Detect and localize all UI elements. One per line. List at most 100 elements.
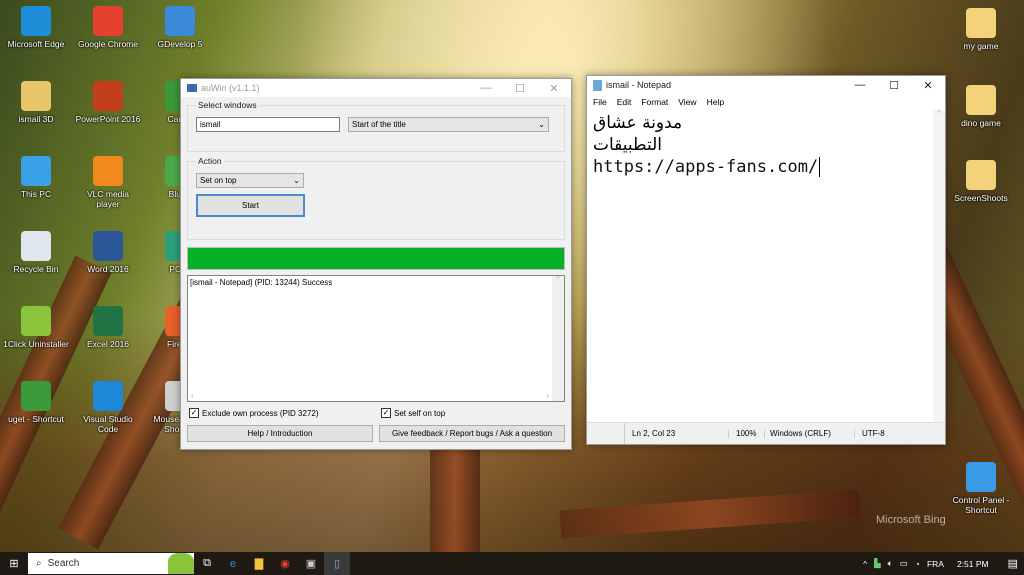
taskbar-notepad-icon[interactable]: ▯ [324, 552, 350, 575]
uninstaller-icon [21, 306, 51, 336]
desktop-icon[interactable]: Recycle Bin [3, 231, 69, 274]
feedback-button[interactable]: Give feedback / Report bugs / Ask a ques… [379, 425, 565, 442]
minimize-button[interactable]: — [469, 82, 503, 95]
desktop-icon[interactable]: Visual Studio Code [75, 381, 141, 434]
menu-item-view[interactable]: View [678, 97, 696, 107]
close-button[interactable]: ✕ [911, 79, 945, 92]
battery-icon[interactable]: ▭ [900, 558, 908, 569]
desktop-icon[interactable]: Word 2016 [75, 231, 141, 274]
uget-tray-icon[interactable]: ▙ [874, 558, 881, 569]
set-self-on-top-checkbox[interactable]: ✓ Set self on top [381, 408, 445, 418]
menu-item-file[interactable]: File [593, 97, 607, 107]
desktop-icon[interactable]: ismail 3D [3, 81, 69, 124]
maximize-button[interactable]: ☐ [877, 79, 911, 92]
vscode-icon [93, 381, 123, 411]
log-list[interactable]: [ismail - Notepad] (PID: 13244) Success … [187, 275, 565, 402]
folder-icon [966, 8, 996, 38]
minimize-button[interactable]: — [843, 79, 877, 92]
status-bar: Ln 2, Col 23 100% Windows (CRLF) UTF-8 [587, 422, 945, 444]
notifications-icon[interactable]: ▤ [1008, 557, 1018, 570]
desktop-icon-label: Recycle Bin [13, 264, 59, 274]
desktop-icon[interactable]: Microsoft Edge [3, 6, 69, 49]
action-group: Action Set on top ⌄ Start [187, 156, 565, 240]
desktop-icon-label: my game [963, 41, 999, 51]
show-hidden-icons-icon[interactable]: ^ [863, 559, 867, 569]
desktop-icon[interactable]: This PC [3, 156, 69, 199]
group-label: Action [198, 156, 222, 166]
window-title: ismail - Notepad [606, 80, 672, 90]
desktop-icon-label: Control Panel - Shortcut [952, 495, 1010, 515]
close-button[interactable]: ✕ [537, 82, 571, 95]
menu-bar: File Edit Format View Help [587, 94, 945, 110]
encoding: UTF-8 [854, 429, 885, 438]
auwin-window: auWin (v1.1.1) — ☐ ✕ Select windows ismail… [180, 78, 572, 450]
desktop-icon-label: 1Click Uninstaller [3, 339, 69, 349]
help-button[interactable]: Help / Introduction [187, 425, 373, 442]
line-ending: Windows (CRLF) [764, 429, 854, 438]
desktop-icon[interactable]: dino game [948, 85, 1014, 128]
menu-item-format[interactable]: Format [641, 97, 668, 107]
notepad-titlebar[interactable]: ismail - Notepad — ☐ ✕ [587, 76, 945, 94]
start-button[interactable]: Start [196, 194, 305, 217]
desktop-icon[interactable]: Google Chrome [75, 6, 141, 49]
vlc-icon [93, 156, 123, 186]
progress-fill [188, 248, 564, 269]
text-area[interactable]: مدونة عشاق التطبيقات https://apps-fans.c… [587, 110, 933, 422]
select-windows-group: Select windows ismail Start of the title… [187, 100, 565, 152]
select-value: Start of the title [352, 120, 406, 129]
notepad-icon [593, 79, 602, 91]
taskbar-edge-icon[interactable]: e [220, 552, 246, 575]
task-view-icon[interactable]: ⧉ [194, 552, 220, 575]
auwin-titlebar[interactable]: auWin (v1.1.1) — ☐ ✕ [181, 79, 571, 97]
progress-bar [187, 247, 565, 270]
search-box[interactable]: ⌕ Search [28, 553, 194, 574]
gdevelop-icon [165, 6, 195, 36]
start-button[interactable]: ⊞ [0, 552, 28, 575]
taskbar: ⊞ ⌕ Search ⧉ e ▇ ◉ ▣ ▯ ^ ▙ 🔈︎ ▭ ◔ FRA 2:5… [0, 552, 1024, 575]
window-title-input[interactable]: ismail [196, 117, 340, 132]
search-placeholder: Search [47, 558, 80, 569]
search-icon: ⌕ [36, 558, 42, 569]
desktop-icon-label: ScreenShoots [954, 193, 1008, 203]
desktop-icon[interactable]: 1Click Uninstaller [3, 306, 69, 349]
text-line: مدونة عشاق التطبيقات [593, 113, 683, 155]
action-select[interactable]: Set on top ⌄ [196, 173, 304, 188]
desktop-icon[interactable]: Excel 2016 [75, 306, 141, 349]
cursor-position: Ln 2, Col 23 [632, 429, 676, 438]
desktop-icon[interactable]: uget - Shortcut [3, 381, 69, 424]
maximize-button[interactable]: ☐ [503, 82, 537, 95]
menu-item-help[interactable]: Help [707, 97, 724, 107]
desktop-icon[interactable]: ScreenShoots [948, 160, 1014, 203]
desktop-icon-label: ismail 3D [18, 114, 54, 124]
text-line: https://apps-fans.com/ [593, 157, 821, 177]
match-mode-select[interactable]: Start of the title ⌄ [348, 117, 549, 132]
volume-icon[interactable]: 🔈︎ [888, 558, 893, 569]
desktop-icon[interactable]: Control Panel - Shortcut [948, 462, 1014, 515]
word-icon [93, 231, 123, 261]
desktop-icon[interactable]: VLC media player [75, 156, 141, 209]
group-label: Select windows [198, 100, 257, 110]
wallpaper-tree [430, 440, 480, 560]
desktop-icon[interactable]: PowerPoint 2016 [75, 81, 141, 124]
notepad-window: ismail - Notepad — ☐ ✕ File Edit Format View H… [586, 75, 946, 445]
desktop-icon-label: This PC [20, 189, 52, 199]
taskbar-auwin-icon[interactable]: ▣ [298, 552, 324, 575]
recycle-bin-icon [21, 231, 51, 261]
vertical-scrollbar[interactable]: ^ [552, 276, 564, 401]
wifi-icon[interactable]: ◔ [915, 559, 920, 569]
horizontal-scrollbar[interactable]: ‹ › [188, 391, 552, 401]
exclude-own-process-checkbox[interactable]: ✓ Exclude own process (PID 3272) [189, 408, 381, 418]
desktop-icon-label: VLC media player [86, 189, 130, 209]
desktop-icon-label: dino game [961, 118, 1001, 128]
desktop-icon-label: GDevelop 5 [157, 39, 203, 49]
clock[interactable]: 2:51 PM [957, 559, 989, 569]
taskbar-chrome-icon[interactable]: ◉ [272, 552, 298, 575]
language-indicator[interactable]: FRA [927, 559, 944, 569]
control-panel-icon [966, 462, 996, 492]
taskbar-explorer-icon[interactable]: ▇ [246, 552, 272, 575]
menu-item-edit[interactable]: Edit [617, 97, 632, 107]
desktop-icon[interactable]: GDevelop 5 [147, 6, 213, 49]
desktop-icon[interactable]: my game [948, 8, 1014, 51]
vertical-scrollbar[interactable]: ^ [933, 110, 945, 422]
desktop-icon-label: Excel 2016 [86, 339, 130, 349]
